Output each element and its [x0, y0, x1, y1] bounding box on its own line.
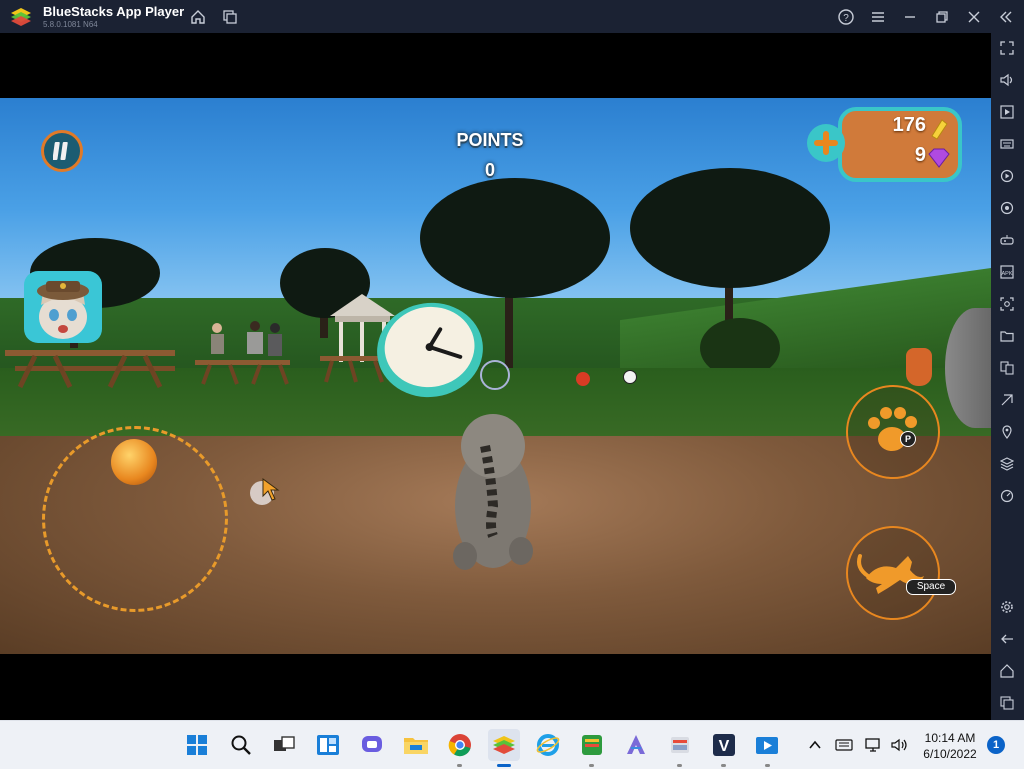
- multi-screen-icon[interactable]: [996, 357, 1018, 379]
- folder-icon[interactable]: [996, 325, 1018, 347]
- android-home-icon[interactable]: [996, 660, 1018, 682]
- running-app-indicator: [677, 764, 682, 767]
- help-icon[interactable]: ?: [835, 6, 857, 28]
- tool-app-icon[interactable]: [664, 729, 696, 761]
- coin-icon: [931, 119, 948, 140]
- running-app-indicator: [589, 764, 594, 767]
- tree: [420, 178, 610, 298]
- app-title: BlueStacks App Player: [43, 4, 185, 19]
- game-viewport[interactable]: POINTS 0 176 9 P Space: [0, 98, 991, 654]
- layers-icon[interactable]: [996, 453, 1018, 475]
- gem-icon: [928, 148, 950, 168]
- coins-value: 176: [892, 114, 926, 136]
- location-icon[interactable]: [996, 421, 1018, 443]
- running-app-indicator: [721, 764, 726, 767]
- chrome-icon[interactable]: [444, 729, 476, 761]
- settings-icon[interactable]: [996, 596, 1018, 618]
- network-icon[interactable]: [862, 729, 886, 761]
- pause-button[interactable]: [41, 130, 83, 172]
- player-avatar[interactable]: [24, 271, 102, 343]
- target-reticle: [480, 360, 510, 390]
- player-cat: [453, 414, 533, 570]
- recent-apps-icon[interactable]: [996, 692, 1018, 714]
- clock-face: [379, 301, 480, 393]
- back-icon[interactable]: [996, 628, 1018, 650]
- side-toolbar: APK: [991, 33, 1024, 720]
- screenshot-icon[interactable]: [996, 293, 1018, 315]
- chat-icon[interactable]: [356, 729, 388, 761]
- system-date[interactable]: 6/10/2022: [918, 747, 982, 761]
- vector-app-icon[interactable]: [620, 729, 652, 761]
- search-icon[interactable]: [225, 729, 257, 761]
- paw-action-button[interactable]: [846, 385, 940, 479]
- paw-key-hint: P: [900, 431, 916, 447]
- home-icon[interactable]: [187, 6, 209, 28]
- green-app-icon[interactable]: [576, 729, 608, 761]
- running-app-indicator: [765, 764, 770, 767]
- fullscreen-icon[interactable]: [996, 37, 1018, 59]
- tree: [630, 168, 830, 288]
- controls-icon[interactable]: [996, 229, 1018, 251]
- picnic-table: [5, 350, 175, 389]
- svg-text:APK: APK: [1001, 271, 1012, 277]
- speaker-icon[interactable]: [888, 729, 912, 761]
- macro-icon[interactable]: [996, 165, 1018, 187]
- jump-key-hint: Space: [906, 579, 956, 595]
- points-value: 0: [484, 160, 495, 180]
- cat-avatar-icon: [37, 281, 89, 339]
- mouse-cursor-icon: [262, 478, 280, 501]
- points-label: POINTS: [456, 130, 524, 150]
- add-currency-button[interactable]: [807, 124, 845, 162]
- eco-icon[interactable]: [996, 389, 1018, 411]
- jump-action-button[interactable]: [846, 526, 940, 620]
- pause-icon: [53, 142, 68, 160]
- v-app-icon[interactable]: V: [708, 729, 740, 761]
- svg-text:V: V: [719, 738, 730, 755]
- svg-text:?: ?: [843, 13, 849, 24]
- active-app-indicator: [497, 764, 511, 767]
- paw-icon: [868, 407, 917, 451]
- clock-hands-icon: [425, 327, 463, 359]
- close-icon[interactable]: [963, 6, 985, 28]
- running-app-indicator: [457, 764, 462, 767]
- windows-taskbar: V 10:14 AM 6/10/2022 1: [0, 720, 1024, 769]
- task-view-icon[interactable]: [268, 729, 300, 761]
- collapse-sidebar-icon[interactable]: [995, 6, 1017, 28]
- media-icon[interactable]: [996, 101, 1018, 123]
- restore-icon[interactable]: [931, 6, 953, 28]
- multi-instance-icon[interactable]: [219, 6, 241, 28]
- tray-overflow-icon[interactable]: [805, 729, 825, 761]
- performance-icon[interactable]: [996, 485, 1018, 507]
- soccer-ball: [623, 370, 637, 384]
- rotate-icon[interactable]: [996, 197, 1018, 219]
- menu-icon[interactable]: [867, 6, 889, 28]
- people-npcs: [211, 321, 282, 356]
- media-app-icon[interactable]: [752, 729, 784, 761]
- red-ball: [576, 372, 590, 386]
- widgets-icon[interactable]: [312, 729, 344, 761]
- keyboard-icon[interactable]: [996, 133, 1018, 155]
- file-explorer-icon[interactable]: [400, 729, 432, 761]
- gems-value: 9: [914, 144, 926, 166]
- app-version: 5.8.0.1081 N64: [43, 20, 98, 29]
- internet-explorer-icon[interactable]: [532, 729, 564, 761]
- bluestacks-icon[interactable]: [488, 729, 520, 761]
- start-icon[interactable]: [181, 729, 213, 761]
- plus-icon: [814, 131, 838, 155]
- flower-pot: [906, 348, 932, 386]
- system-time[interactable]: 10:14 AM: [922, 731, 978, 745]
- volume-icon[interactable]: [996, 69, 1018, 91]
- apk-icon[interactable]: APK: [996, 261, 1018, 283]
- jumping-cat-icon: [857, 554, 924, 594]
- bluestacks-logo-icon: [11, 8, 31, 26]
- minimize-icon[interactable]: [899, 6, 921, 28]
- notification-badge[interactable]: 1: [987, 736, 1005, 754]
- title-bar: BlueStacks App Player 5.8.0.1081 N64 ?: [0, 0, 1024, 33]
- joystick-knob[interactable]: [111, 439, 157, 485]
- keyboard-layout-icon[interactable]: [832, 729, 856, 761]
